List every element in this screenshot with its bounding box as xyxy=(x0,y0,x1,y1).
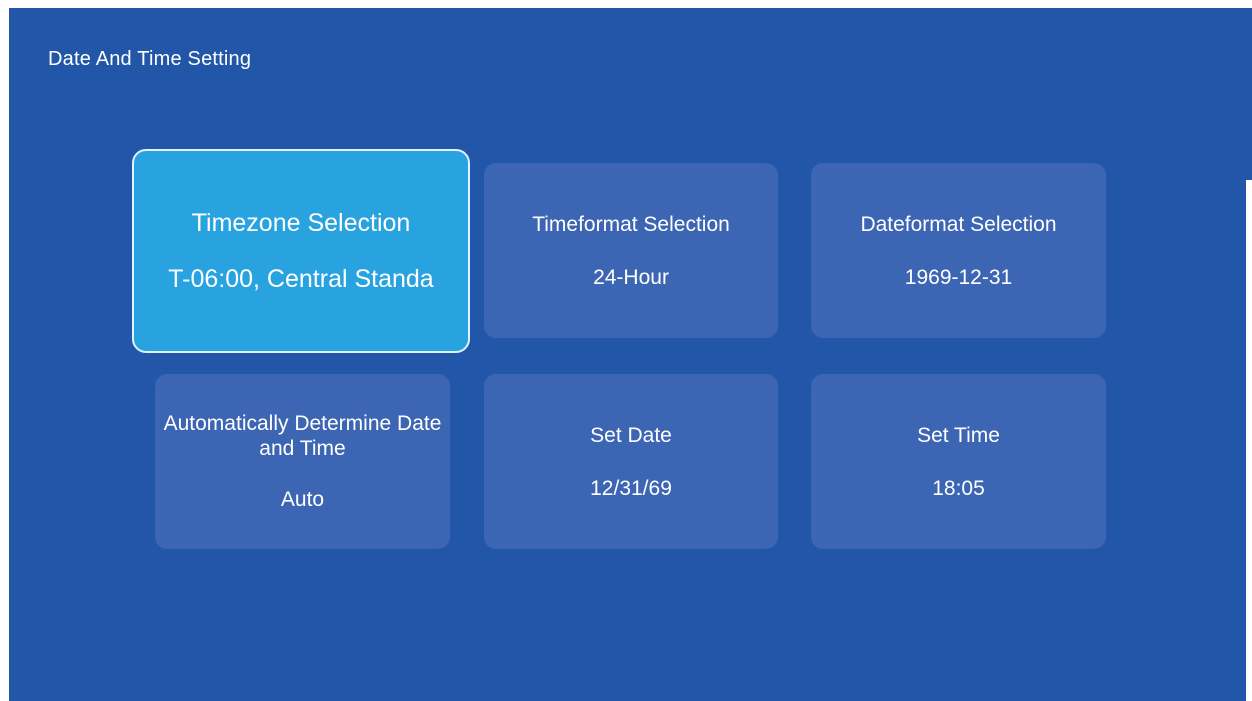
dateformat-selection-value: 1969-12-31 xyxy=(904,265,1013,289)
dateformat-selection-label: Dateformat Selection xyxy=(860,212,1057,236)
auto-date-time-label: Automatically Determine Date and Time xyxy=(163,412,442,460)
set-date-value: 12/31/69 xyxy=(590,476,672,500)
dateformat-selection-tile[interactable]: Dateformat Selection 1969-12-31 xyxy=(811,163,1106,338)
set-time-value: 18:05 xyxy=(932,476,985,500)
settings-screen xyxy=(9,8,1252,701)
screen-edge xyxy=(1246,180,1252,701)
timeformat-selection-value: 24-Hour xyxy=(593,265,669,289)
auto-date-time-value: Auto xyxy=(280,488,325,511)
set-date-label: Set Date xyxy=(590,423,672,447)
set-time-tile[interactable]: Set Time 18:05 xyxy=(811,374,1106,549)
timeformat-selection-label: Timeformat Selection xyxy=(532,212,730,236)
page-title: Date And Time Setting xyxy=(48,48,252,70)
timeformat-selection-tile[interactable]: Timeformat Selection 24-Hour xyxy=(484,163,778,338)
set-time-label: Set Time xyxy=(917,423,1000,447)
timezone-selection-value: T-06:00, Central Standa xyxy=(168,265,434,293)
set-date-tile[interactable]: Set Date 12/31/69 xyxy=(484,374,778,549)
auto-date-time-tile[interactable]: Automatically Determine Date and Time Au… xyxy=(155,374,450,549)
timezone-selection-tile[interactable]: Timezone Selection T-06:00, Central Stan… xyxy=(132,149,470,353)
timezone-selection-label: Timezone Selection xyxy=(191,209,411,237)
